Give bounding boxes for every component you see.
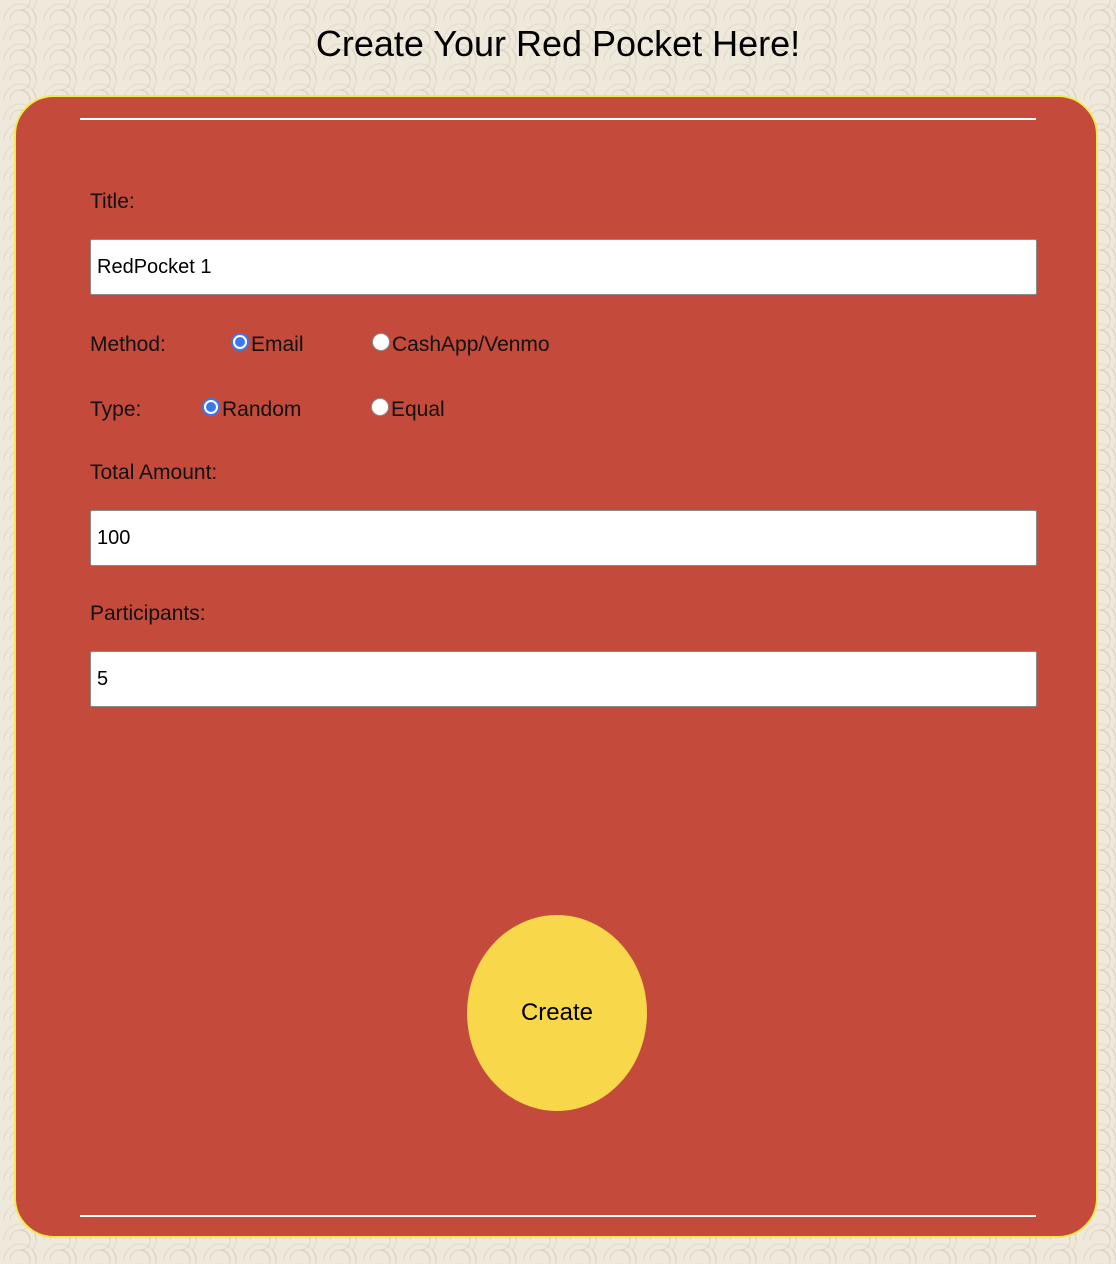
method-cashapp-venmo-label: CashApp/Venmo [392, 333, 550, 356]
total-amount-input[interactable] [90, 510, 1037, 566]
page-title: Create Your Red Pocket Here! [315, 23, 801, 64]
top-divider [80, 118, 1036, 120]
type-label: Type: [90, 398, 142, 421]
title-label: Title: [90, 190, 135, 213]
title-input[interactable] [90, 239, 1037, 295]
method-cashapp-venmo-radio[interactable] [372, 333, 390, 351]
participants-input[interactable] [90, 651, 1037, 707]
type-random-radio[interactable] [202, 398, 220, 416]
type-equal-label: Equal [391, 398, 445, 421]
method-option-cashapp-venmo[interactable]: CashApp/Venmo [372, 332, 550, 358]
type-option-equal[interactable]: Equal [371, 397, 445, 423]
create-button[interactable]: Create [467, 915, 647, 1111]
bottom-divider [80, 1215, 1036, 1217]
type-option-random[interactable]: Random [202, 397, 301, 423]
type-random-label: Random [222, 398, 302, 421]
method-label: Method: [90, 333, 166, 356]
type-equal-radio[interactable] [371, 398, 389, 416]
method-email-radio[interactable] [231, 333, 249, 351]
red-pocket-form-card: Title: Method: Email CashApp/Venmo Type:… [14, 95, 1098, 1238]
method-email-label: Email [251, 333, 304, 356]
participants-label: Participants: [90, 602, 206, 625]
total-amount-label: Total Amount: [90, 461, 218, 484]
method-option-email[interactable]: Email [231, 332, 304, 358]
